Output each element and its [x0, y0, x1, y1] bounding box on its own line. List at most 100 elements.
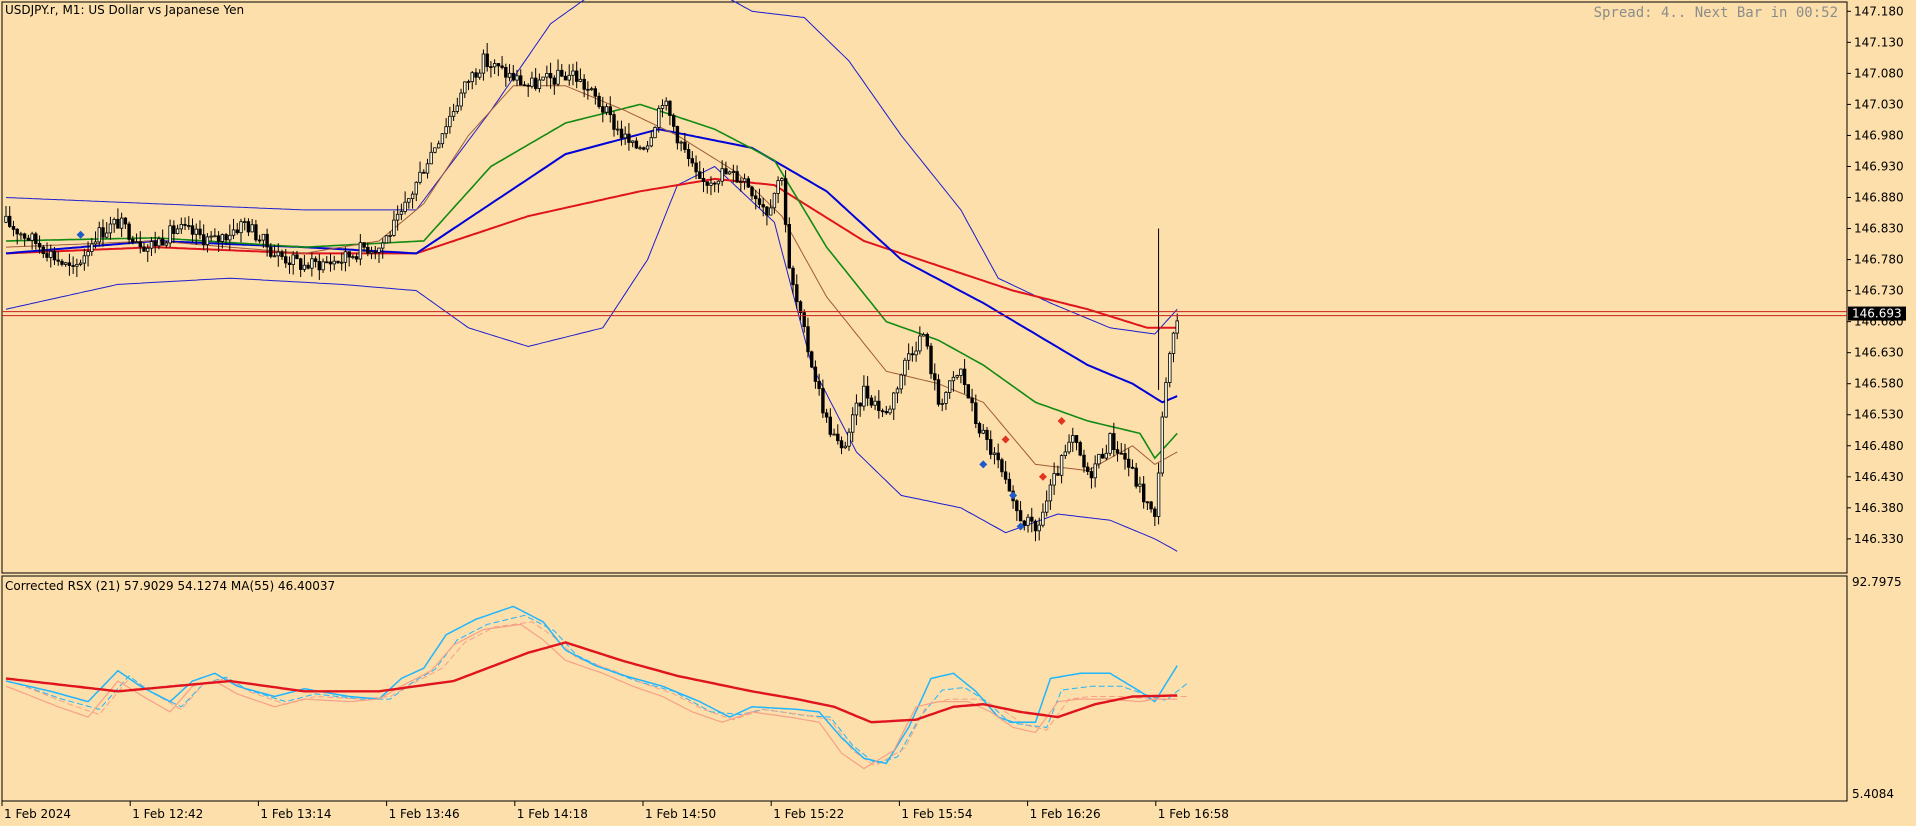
candle[interactable]: [504, 63, 508, 87]
candle[interactable]: [534, 68, 538, 91]
candle[interactable]: [190, 218, 195, 243]
candle[interactable]: [634, 137, 639, 150]
candle[interactable]: [921, 332, 926, 337]
candle[interactable]: [910, 346, 915, 362]
candle[interactable]: [235, 223, 239, 235]
candle[interactable]: [519, 69, 523, 86]
candle[interactable]: [933, 363, 937, 391]
candle[interactable]: [414, 181, 418, 202]
candle[interactable]: [563, 71, 568, 81]
candle[interactable]: [951, 371, 956, 392]
candle[interactable]: [306, 262, 310, 270]
candle[interactable]: [575, 61, 579, 89]
candle[interactable]: [660, 99, 665, 118]
candle[interactable]: [463, 81, 467, 99]
candle[interactable]: [556, 59, 560, 87]
candle[interactable]: [716, 180, 721, 193]
candle[interactable]: [82, 248, 86, 271]
candle[interactable]: [645, 141, 650, 153]
candle[interactable]: [724, 161, 728, 175]
candle[interactable]: [336, 260, 340, 264]
candle[interactable]: [955, 374, 959, 380]
candle[interactable]: [653, 126, 657, 139]
chart-svg[interactable]: 147.180 147.130 147.080 147.030 146.980 146.9…: [0, 0, 1916, 826]
candle[interactable]: [761, 197, 765, 217]
candle[interactable]: [1127, 448, 1131, 477]
candle[interactable]: [496, 63, 501, 77]
candle[interactable]: [854, 394, 859, 426]
candle[interactable]: [839, 436, 844, 455]
candle[interactable]: [862, 375, 866, 411]
candle[interactable]: [433, 147, 437, 154]
candle[interactable]: [686, 143, 691, 167]
candle[interactable]: [60, 258, 64, 267]
candle[interactable]: [552, 75, 556, 95]
candle[interactable]: [250, 218, 254, 233]
candle[interactable]: [34, 231, 38, 250]
candle[interactable]: [354, 253, 359, 263]
candle[interactable]: [1115, 441, 1120, 462]
candle[interactable]: [638, 145, 642, 151]
candle[interactable]: [246, 218, 251, 237]
candle[interactable]: [548, 62, 553, 89]
candle[interactable]: [843, 441, 847, 450]
candle[interactable]: [213, 228, 217, 238]
candle[interactable]: [985, 426, 989, 451]
candle[interactable]: [1171, 331, 1176, 363]
candle[interactable]: [892, 391, 896, 421]
candle[interactable]: [970, 388, 974, 412]
candle[interactable]: [500, 56, 504, 70]
candle[interactable]: [593, 85, 597, 105]
candle[interactable]: [675, 125, 680, 150]
candle[interactable]: [966, 384, 970, 399]
candle[interactable]: [4, 206, 8, 224]
candle[interactable]: [1052, 462, 1056, 495]
candle[interactable]: [679, 140, 683, 152]
candle[interactable]: [1018, 501, 1023, 522]
candle[interactable]: [1130, 459, 1135, 470]
candle[interactable]: [873, 395, 877, 411]
candle[interactable]: [1015, 499, 1019, 521]
candle[interactable]: [1160, 411, 1164, 477]
candle[interactable]: [1134, 462, 1138, 489]
candle[interactable]: [142, 242, 146, 252]
candle[interactable]: [567, 64, 571, 86]
candle[interactable]: [481, 49, 486, 81]
candle[interactable]: [1078, 440, 1082, 457]
candle[interactable]: [1097, 453, 1101, 469]
candle[interactable]: [209, 231, 213, 242]
candle[interactable]: [474, 68, 478, 86]
candle[interactable]: [1168, 351, 1172, 388]
candle[interactable]: [586, 81, 590, 100]
candle[interactable]: [1108, 432, 1112, 457]
candle[interactable]: [541, 76, 545, 81]
candle[interactable]: [1041, 503, 1045, 528]
candle[interactable]: [597, 92, 601, 109]
candle[interactable]: [7, 206, 12, 229]
candle[interactable]: [787, 217, 791, 269]
candle[interactable]: [422, 169, 426, 174]
candle[interactable]: [616, 120, 620, 136]
candle[interactable]: [526, 83, 530, 97]
candle[interactable]: [436, 140, 441, 149]
candle[interactable]: [310, 252, 314, 277]
candle[interactable]: [325, 255, 329, 264]
candle[interactable]: [522, 81, 527, 87]
candle[interactable]: [26, 234, 31, 241]
candle[interactable]: [783, 170, 788, 233]
candle[interactable]: [291, 251, 295, 275]
candle[interactable]: [649, 130, 653, 148]
candle[interactable]: [384, 235, 389, 244]
candle[interactable]: [175, 224, 180, 235]
candle[interactable]: [425, 158, 430, 179]
candle[interactable]: [332, 255, 336, 271]
candle[interactable]: [824, 408, 829, 423]
candle[interactable]: [571, 63, 575, 86]
candle[interactable]: [49, 244, 53, 268]
candle[interactable]: [377, 247, 381, 263]
candle[interactable]: [996, 443, 1000, 469]
candle[interactable]: [1000, 457, 1004, 478]
candle[interactable]: [877, 390, 881, 419]
candle[interactable]: [168, 219, 172, 248]
candle[interactable]: [742, 173, 747, 190]
